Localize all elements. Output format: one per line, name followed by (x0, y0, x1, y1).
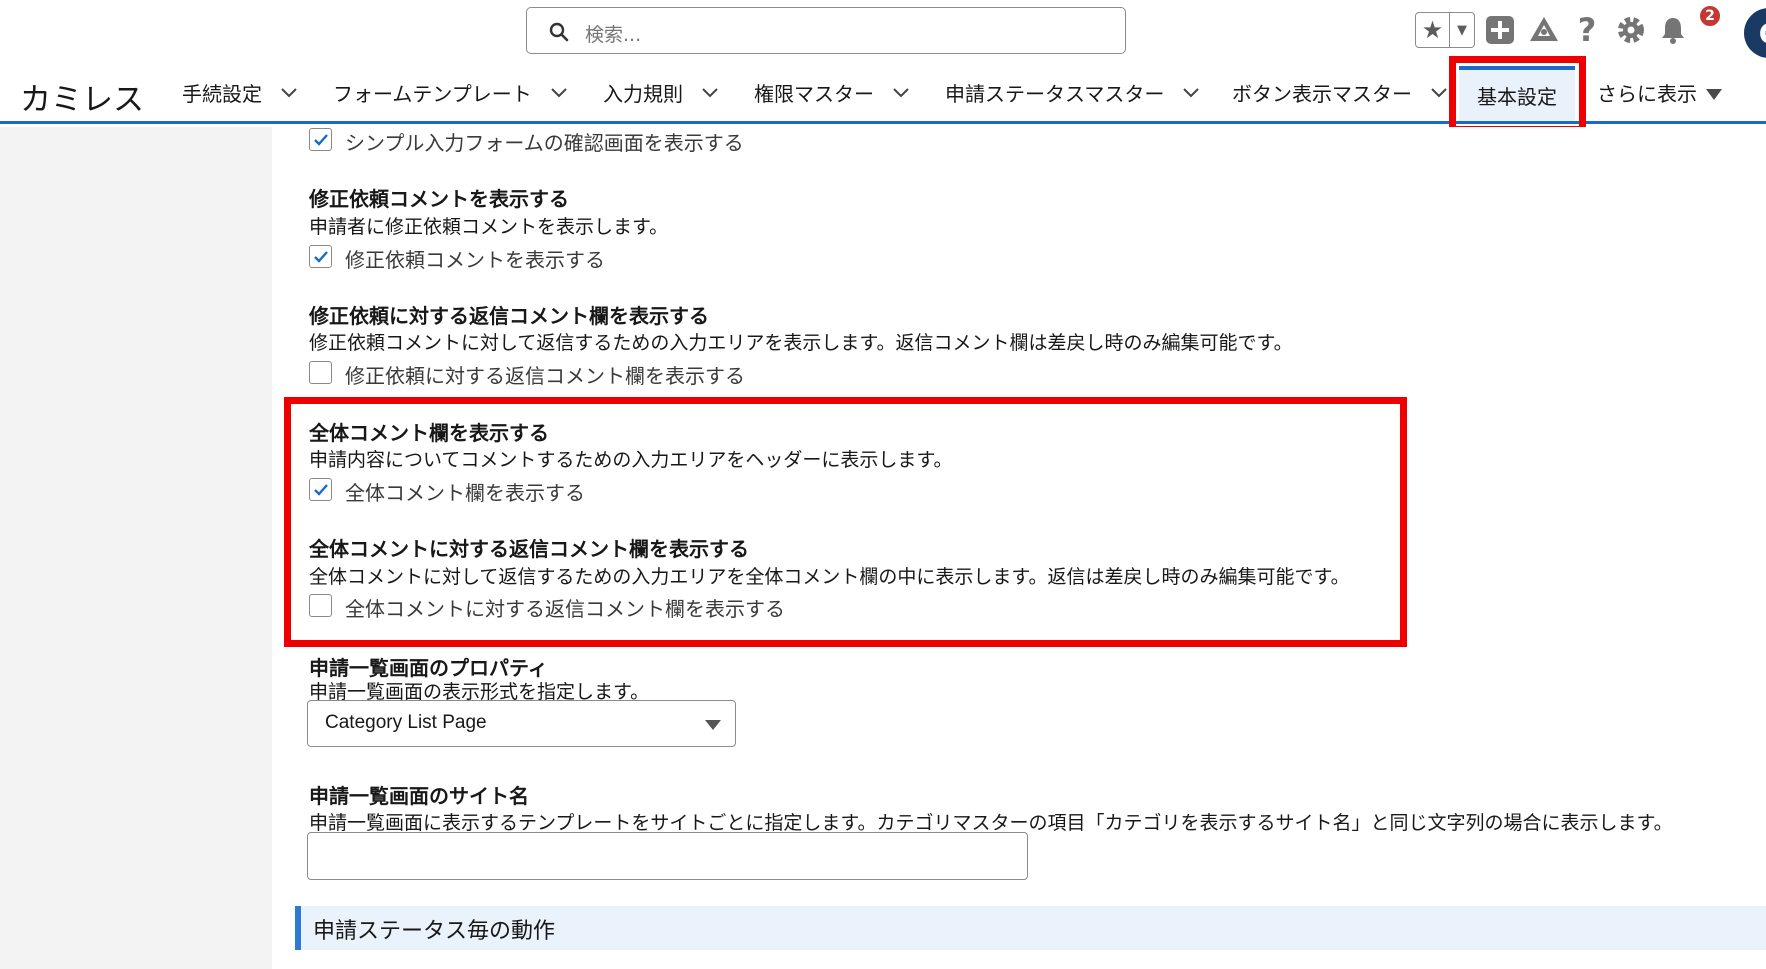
checkbox-fix-reply[interactable] (309, 361, 332, 384)
chevron-down-icon[interactable] (1182, 87, 1200, 99)
section-header: 申請ステータス毎の動作 (295, 906, 1766, 950)
favorites-dropdown-icon[interactable]: ▼ (1450, 13, 1474, 47)
nav-item-label: フォームテンプレート (333, 82, 532, 106)
global-actions-icon[interactable] (1483, 13, 1517, 47)
checkbox-label: シンプル入力フォームの確認画面を表示する (345, 131, 744, 155)
checkbox-label: 修正依頼コメントを表示する (345, 248, 605, 272)
setting-title: 修正依頼に対する返信コメント欄を表示する (309, 304, 709, 328)
highlight-box-section (284, 397, 1407, 647)
nav-more[interactable]: さらに表示 (1597, 78, 1697, 107)
nav-item-status-master[interactable]: 申請ステータスマスター (945, 78, 1200, 107)
search-icon (549, 22, 569, 42)
select-value: Category List Page (325, 712, 487, 733)
setting-description: 申請者に修正依頼コメントを表示します。 (309, 216, 669, 238)
bell-icon[interactable] (1656, 13, 1690, 47)
global-header: 検索... ★ ▼ ? 2 C (0, 0, 1766, 60)
nav-item-label: 入力規則 (603, 82, 683, 106)
global-search-input[interactable]: 検索... (526, 7, 1126, 54)
check-icon (314, 134, 328, 146)
nav-item-label: ボタン表示マスター (1232, 82, 1412, 106)
checkbox-simple-confirm[interactable] (309, 128, 332, 151)
checkbox-label: 修正依頼に対する返信コメント欄を表示する (345, 364, 745, 388)
left-panel (0, 127, 272, 969)
section-title: 申請ステータス毎の動作 (313, 919, 556, 944)
nav-item-label: 手続設定 (182, 82, 262, 106)
search-placeholder: 検索... (585, 24, 642, 46)
nav-item-form-template[interactable]: フォームテンプレート (333, 78, 568, 107)
chevron-down-icon[interactable] (701, 87, 719, 99)
help-icon[interactable]: ? (1570, 11, 1604, 49)
chevron-down-icon[interactable] (892, 87, 910, 99)
app-name: カミレス (20, 82, 144, 118)
caret-down-icon[interactable] (1706, 89, 1722, 100)
nav-more-label: さらに表示 (1597, 82, 1697, 106)
favorites-control[interactable]: ★ ▼ (1415, 12, 1475, 48)
list-property-select[interactable]: Category List Page (307, 700, 736, 747)
site-name-input[interactable] (307, 832, 1028, 880)
caret-down-icon (705, 720, 721, 730)
nav-item-label: 権限マスター (754, 82, 874, 106)
chevron-down-icon[interactable] (1430, 87, 1448, 99)
gear-icon[interactable] (1614, 13, 1648, 47)
star-icon[interactable]: ★ (1416, 13, 1450, 47)
setting-title: 申請一覧画面のサイト名 (309, 784, 529, 808)
nav-item-label: 申請ステータスマスター (945, 82, 1165, 106)
setting-description: 修正依頼コメントに対して返信するための入力エリアを表示します。返信コメント欄は差… (309, 332, 1293, 354)
nav-item-tetsuzuki[interactable]: 手続設定 (182, 78, 298, 107)
notification-badge: 2 (1698, 4, 1722, 28)
setting-description: 申請一覧画面に表示するテンプレートをサイトごとに指定します。カテゴリマスターの項… (309, 812, 1673, 834)
nav-item-input-rules[interactable]: 入力規則 (603, 78, 719, 107)
checkbox-fix-comment[interactable] (309, 245, 332, 268)
setting-title: 修正依頼コメントを表示する (309, 187, 569, 211)
check-icon (314, 251, 328, 263)
chevron-down-icon[interactable] (550, 87, 568, 99)
highlight-box-nav (1449, 56, 1586, 133)
nav-item-permission-master[interactable]: 権限マスター (754, 78, 910, 107)
nav-item-button-master[interactable]: ボタン表示マスター (1232, 78, 1448, 107)
chevron-down-icon[interactable] (280, 87, 298, 99)
avatar[interactable]: C (1744, 8, 1766, 58)
trailhead-icon[interactable] (1527, 13, 1561, 47)
